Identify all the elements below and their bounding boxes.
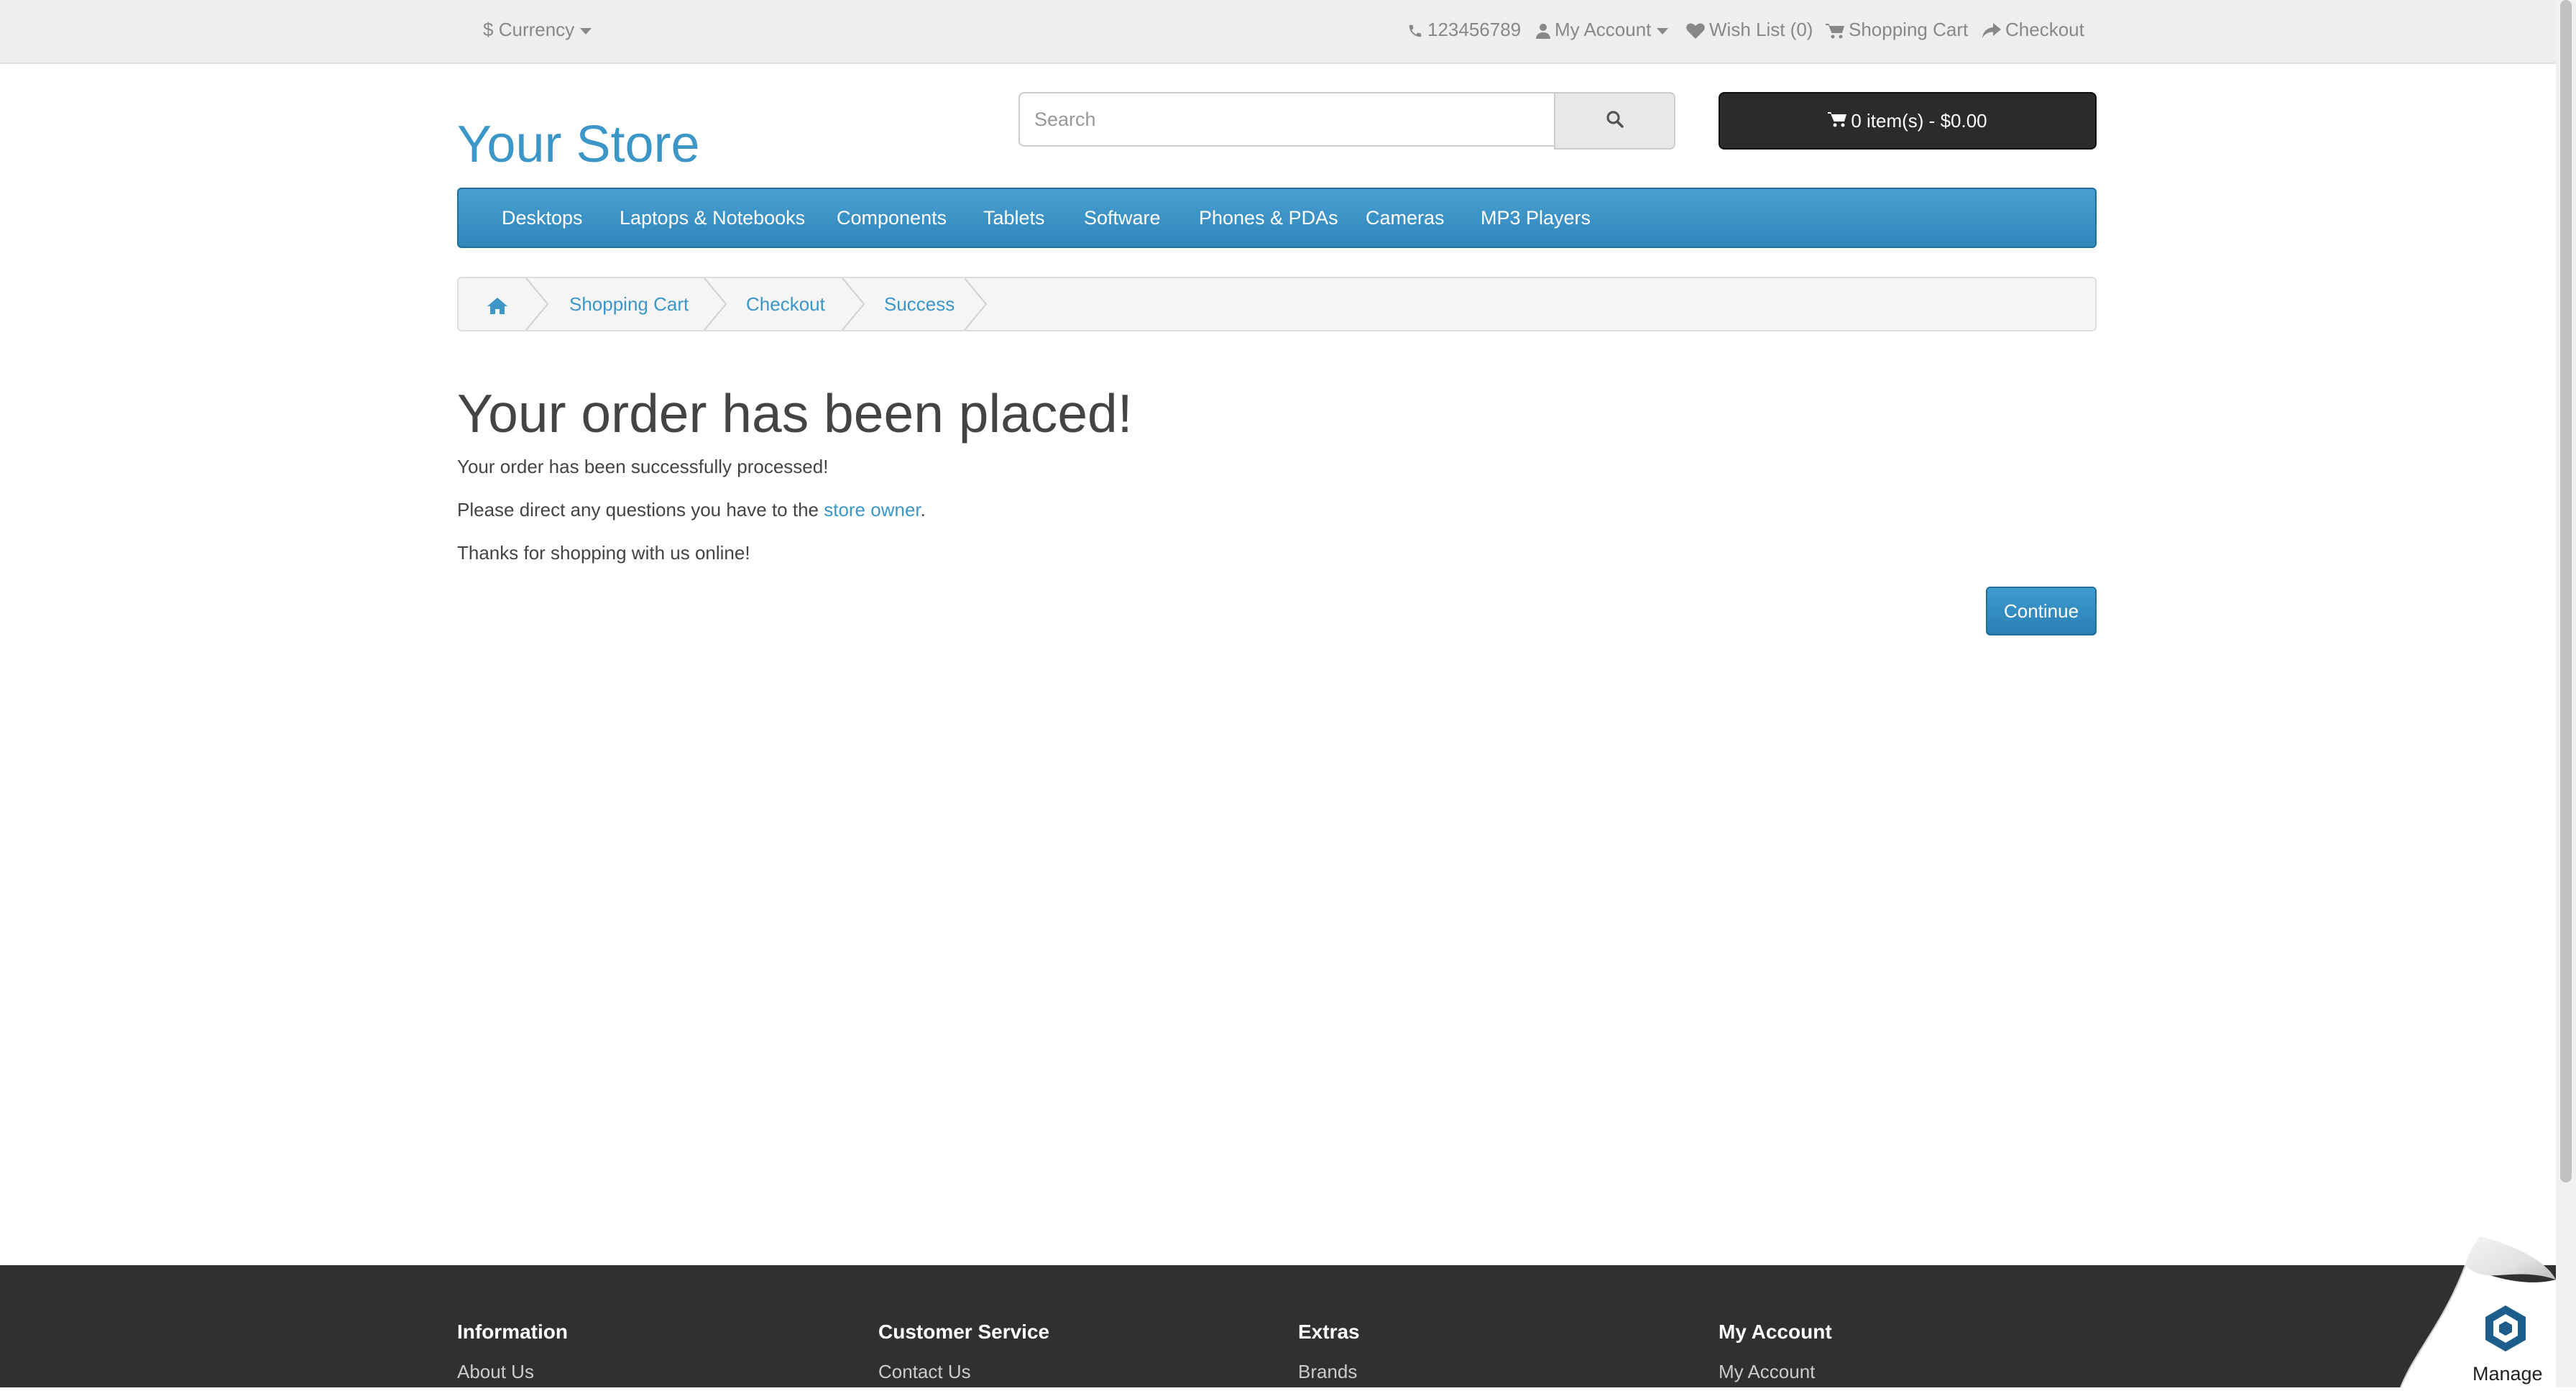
checkout-link[interactable]: Checkout [1982,0,2084,59]
cart-summary: 0 item(s) - $0.00 [1851,109,1987,132]
footer-heading-customer-service: Customer Service [878,1321,1050,1343]
breadcrumb-separator [704,278,727,330]
chevron-down-icon [580,27,592,35]
success-message: Your order has been successfully process… [457,456,829,477]
footer-heading-my-account: My Account [1719,1321,1832,1343]
phone-number: 123456789 [1427,19,1522,40]
menu-item-laptops-notebooks[interactable]: Laptops & Notebooks [620,189,805,247]
phone-link[interactable]: 123456789 [1407,0,1521,59]
main-menu: Desktops Laptops & Notebooks Components … [457,188,2097,248]
share-icon [1982,19,2005,40]
questions-text: Please direct any questions you have to … [457,499,824,520]
questions-message: Please direct any questions you have to … [457,499,926,521]
user-icon [1536,19,1555,40]
scrollbar-thumb[interactable] [2560,0,2572,1183]
continue-button[interactable]: Continue [1986,587,2097,635]
breadcrumb-success[interactable]: Success [884,278,954,330]
currency-symbol: $ [483,19,494,40]
thanks-message: Thanks for shopping with us online! [457,542,750,564]
menu-item-mp3-players[interactable]: MP3 Players [1481,189,1591,247]
my-account-label: My Account [1555,19,1652,40]
menu-item-tablets[interactable]: Tablets [983,189,1045,247]
wish-list-link[interactable]: Wish List (0) [1686,0,1813,59]
menu-item-cameras[interactable]: Cameras [1366,189,1445,247]
search-button[interactable] [1554,92,1675,150]
menu-item-software[interactable]: Software [1084,189,1161,247]
store-logo[interactable]: Your Store [457,115,700,174]
footer-heading-information: Information [457,1321,568,1343]
search-icon [1606,110,1624,132]
checkout-label: Checkout [2005,19,2084,40]
footer-link-my-account[interactable]: My Account [1719,1361,1815,1383]
home-icon [487,293,507,315]
cart-icon [1826,19,1849,40]
cart-icon [1828,110,1851,132]
chevron-down-icon [1657,27,1669,35]
store-owner-link[interactable]: store owner [824,499,920,520]
footer [0,1265,2556,1387]
footer-link-brands[interactable]: Brands [1298,1361,1357,1383]
breadcrumb-separator [842,278,865,330]
menu-item-phones-pdas[interactable]: Phones & PDAs [1199,189,1338,247]
top-bar: $ Currency 123456789 My Account Wish Lis… [0,0,2556,64]
heart-icon [1686,19,1709,40]
breadcrumb: Shopping Cart Checkout Success [457,277,2097,331]
search-bar [1018,92,1675,150]
my-account-dropdown[interactable]: My Account [1536,0,1669,59]
footer-link-about-us[interactable]: About Us [457,1361,534,1383]
menu-item-desktops[interactable]: Desktops [502,189,583,247]
breadcrumb-home[interactable] [487,278,507,330]
cart-button[interactable]: 0 item(s) - $0.00 [1719,92,2097,150]
search-input[interactable] [1018,92,1554,147]
page: $ Currency 123456789 My Account Wish Lis… [0,0,2556,1388]
page-title: Your order has been placed! [457,383,1133,444]
breadcrumb-separator [964,278,988,330]
shopping-cart-label: Shopping Cart [1849,19,1969,40]
breadcrumb-separator [525,278,549,330]
questions-suffix: . [920,499,926,520]
wish-list-label: Wish List (0) [1709,19,1813,40]
breadcrumb-checkout[interactable]: Checkout [746,278,825,330]
shopping-cart-link[interactable]: Shopping Cart [1826,0,1968,59]
footer-link-contact-us[interactable]: Contact Us [878,1361,971,1383]
breadcrumb-shopping-cart[interactable]: Shopping Cart [569,278,689,330]
manage-label: Manage [2472,1363,2543,1385]
menu-item-components[interactable]: Components [837,189,947,247]
currency-label: Currency [498,19,575,40]
phone-icon [1407,19,1427,40]
currency-dropdown[interactable]: $ Currency [483,0,592,59]
footer-heading-extras: Extras [1298,1321,1360,1343]
